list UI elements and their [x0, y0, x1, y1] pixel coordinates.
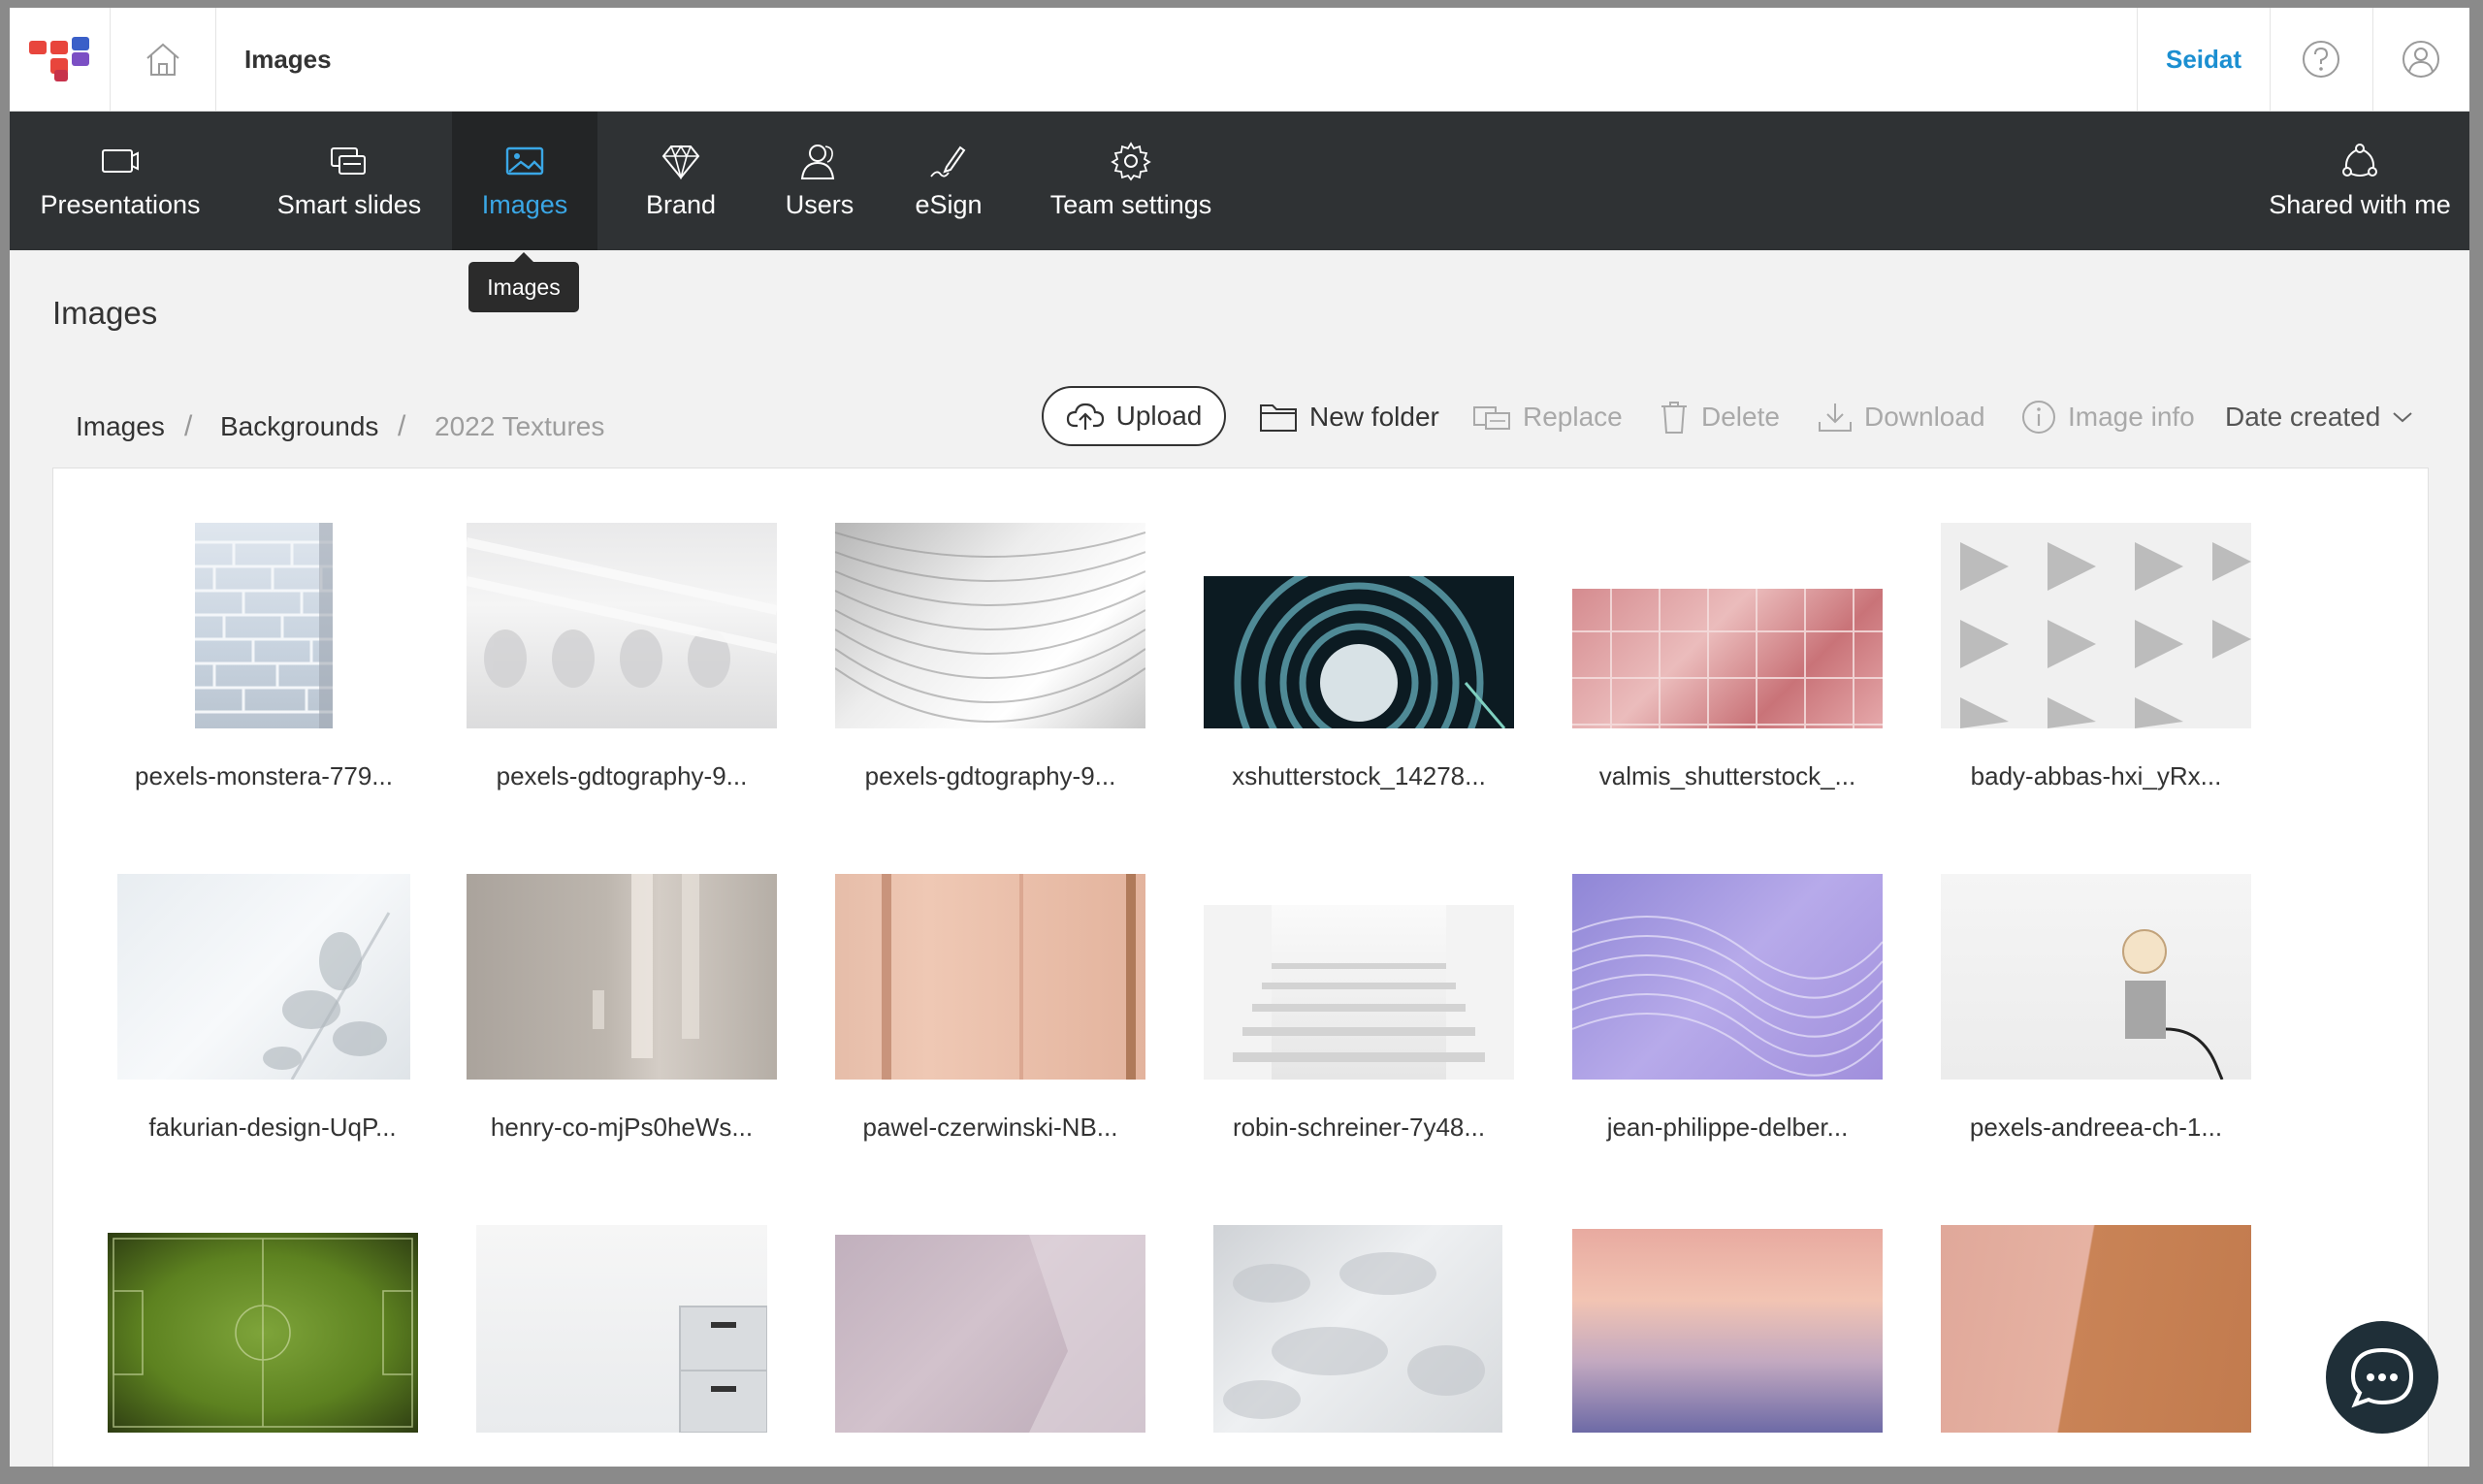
- image-thumbnail[interactable]: [835, 874, 1145, 1080]
- image-thumbnail[interactable]: [1204, 576, 1514, 728]
- replace-button[interactable]: Replace: [1472, 390, 1623, 444]
- image-thumbnail[interactable]: [117, 874, 410, 1080]
- image-name: pawel-czerwinski-NB...: [862, 1113, 1118, 1142]
- nav-item-images[interactable]: Images: [452, 112, 597, 250]
- nav-item-brand[interactable]: Brand: [611, 112, 751, 250]
- chat-support-button[interactable]: [2326, 1321, 2438, 1434]
- app-window: Images Seidat Presentations Smart slides…: [10, 8, 2469, 1467]
- breadcrumb-separator: /: [398, 410, 406, 442]
- nav-tooltip: Images: [468, 252, 579, 312]
- share-icon: [2342, 144, 2377, 177]
- users-icon: [800, 145, 835, 179]
- download-label: Download: [1864, 402, 1985, 432]
- nav-item-presentations[interactable]: Presentations: [10, 112, 231, 250]
- image-thumbnail[interactable]: [1213, 1225, 1502, 1433]
- cloud-upload-icon: [1066, 403, 1104, 430]
- image-name: pexels-andreea-ch-1...: [1969, 1113, 2223, 1142]
- new-folder-button[interactable]: New folder: [1259, 390, 1439, 444]
- sort-dropdown[interactable]: Date created: [2225, 390, 2413, 444]
- breadcrumb-images[interactable]: Images: [76, 396, 165, 458]
- image-name: henry-co-mjPs0heWs...: [490, 1113, 754, 1142]
- image-name: pexels-gdtography-9...: [864, 761, 1116, 790]
- nav-item-shared-with-me[interactable]: Shared with me: [2250, 112, 2469, 250]
- help-icon: [2303, 41, 2339, 78]
- image-thumbnail[interactable]: [476, 1225, 767, 1433]
- image-name: fakurian-design-UqP...: [148, 1113, 397, 1142]
- gear-icon: [1111, 142, 1151, 181]
- smart-slides-icon: [331, 147, 366, 175]
- image-thumbnail[interactable]: [1941, 874, 2251, 1080]
- nav-label: Smart slides: [276, 190, 422, 219]
- breadcrumb-separator: /: [184, 410, 193, 442]
- nav-label: eSign: [915, 190, 983, 219]
- image-name: xshutterstock_14278...: [1232, 761, 1486, 790]
- image-icon: [505, 146, 544, 176]
- app-logo[interactable]: [29, 37, 91, 83]
- nav-label: Images: [481, 190, 568, 219]
- nav-label: Brand: [645, 190, 717, 219]
- image-thumbnail[interactable]: [108, 1233, 418, 1433]
- nav-item-esign[interactable]: eSign: [888, 112, 1009, 250]
- divider: [215, 8, 216, 111]
- image-thumbnail[interactable]: [1941, 523, 2251, 728]
- nav-label: Users: [785, 190, 855, 219]
- trash-icon: [1661, 402, 1687, 434]
- replace-icon: [1473, 406, 1510, 430]
- delete-label: Delete: [1701, 402, 1780, 432]
- chevron-down-icon: [2393, 412, 2412, 423]
- main-nav: Presentations Smart slides Images Brand …: [10, 112, 2469, 250]
- help-button[interactable]: [2270, 8, 2372, 111]
- image-grid-panel: pexels-monstera-779... pexels-gdtography…: [52, 468, 2429, 1467]
- top-bar: Images Seidat: [10, 8, 2469, 112]
- user-avatar-icon: [2402, 41, 2439, 78]
- nav-label: Shared with me: [2269, 190, 2451, 219]
- image-thumbnail[interactable]: [467, 523, 777, 728]
- diamond-icon: [661, 145, 700, 179]
- image-thumbnail[interactable]: [1572, 1229, 1883, 1433]
- image-thumbnail[interactable]: [1572, 874, 1883, 1080]
- sort-label: Date created: [2225, 402, 2381, 432]
- page-title: Images: [52, 295, 158, 331]
- new-folder-label: New folder: [1309, 402, 1439, 432]
- info-icon: [2022, 401, 2055, 434]
- nav-label: Team settings: [1049, 190, 1212, 219]
- image-name: jean-philippe-delber...: [1606, 1113, 1849, 1142]
- upload-button[interactable]: Upload: [1042, 386, 1226, 446]
- upload-label: Upload: [1115, 401, 1203, 431]
- user-name-link[interactable]: Seidat: [2138, 8, 2270, 111]
- replace-label: Replace: [1523, 402, 1623, 432]
- delete-button[interactable]: Delete: [1659, 390, 1780, 444]
- download-button[interactable]: Download: [1818, 390, 1985, 444]
- image-name: valmis_shutterstock_...: [1598, 761, 1856, 790]
- image-thumbnail[interactable]: [1941, 1225, 2251, 1433]
- image-name: bady-abbas-hxi_yRx...: [1970, 761, 2222, 790]
- breadcrumb-backgrounds[interactable]: Backgrounds: [220, 396, 378, 458]
- nav-item-smart-slides[interactable]: Smart slides: [242, 112, 456, 250]
- download-icon: [1819, 403, 1852, 432]
- breadcrumb-current: 2022 Textures: [435, 411, 605, 441]
- image-thumbnail[interactable]: [835, 1235, 1145, 1433]
- image-info-button[interactable]: Image info: [2021, 390, 2195, 444]
- image-name: robin-schreiner-7y48...: [1232, 1113, 1486, 1142]
- image-name: pexels-monstera-779...: [135, 761, 393, 790]
- pen-icon: [930, 145, 966, 177]
- nav-item-team-settings[interactable]: Team settings: [1026, 112, 1236, 250]
- account-button[interactable]: [2372, 8, 2469, 111]
- image-thumbnail[interactable]: [1572, 589, 1883, 728]
- presentation-icon: [102, 149, 139, 173]
- nav-label: Presentations: [40, 190, 201, 219]
- image-name: pexels-gdtography-9...: [496, 761, 748, 790]
- home-icon: [146, 43, 179, 76]
- image-thumbnail[interactable]: [467, 874, 777, 1080]
- image-thumbnail[interactable]: [195, 523, 333, 728]
- chat-icon: [2350, 1347, 2414, 1408]
- page-breadcrumb-title: Images: [244, 45, 332, 74]
- image-thumbnail[interactable]: [835, 523, 1145, 728]
- nav-item-users[interactable]: Users: [757, 112, 883, 250]
- image-thumbnail[interactable]: [1204, 905, 1514, 1080]
- folder-icon: [1260, 404, 1297, 432]
- home-button[interactable]: [111, 8, 215, 111]
- image-info-label: Image info: [2068, 402, 2195, 432]
